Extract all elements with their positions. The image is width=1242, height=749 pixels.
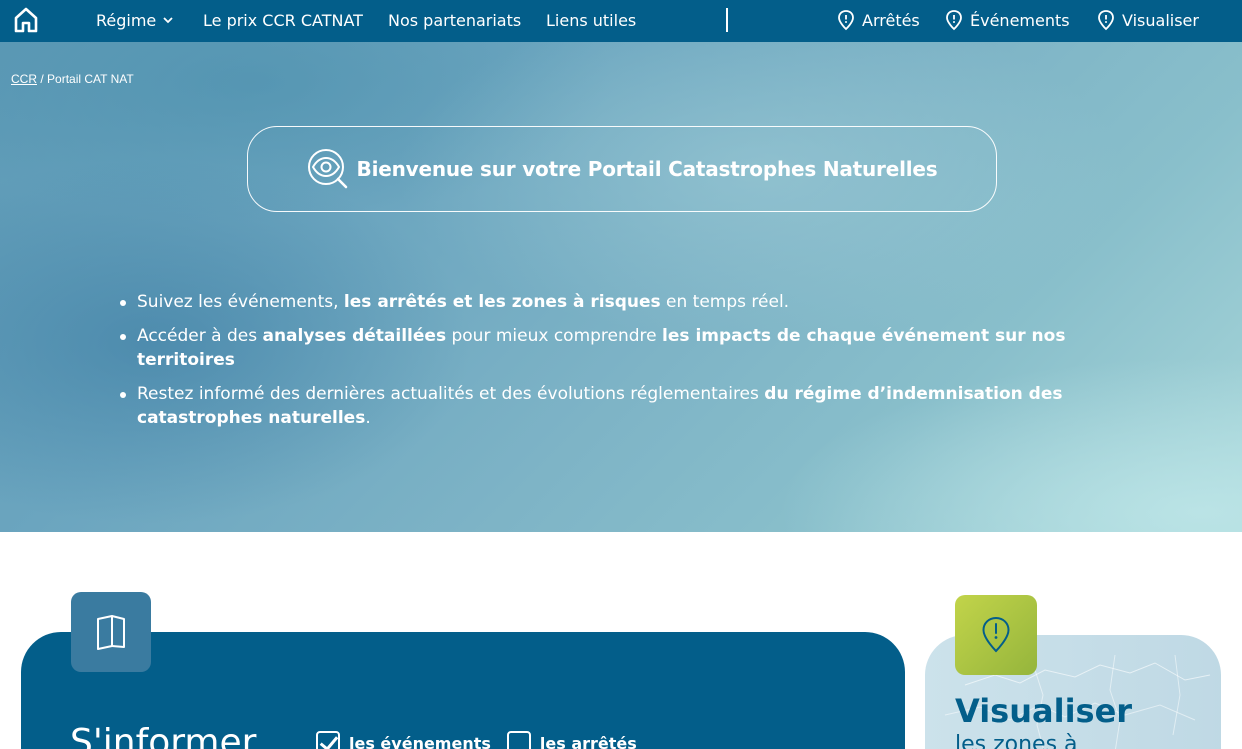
breadcrumb-current: Portail CAT NAT [47,72,134,86]
nav-item-label: Liens utiles [546,10,637,30]
feature-list-item: Accéder à des analyses détaillées pour m… [118,324,1108,372]
home-icon [14,7,38,33]
visualiser-title: Visualiser [955,692,1133,730]
nav-item-label: Régime [96,10,157,30]
map-pin-icon [1098,10,1114,31]
nav-item-liens-utiles[interactable]: Liens utiles [546,0,636,40]
nav-item-prix-ccr-catnat[interactable]: Le prix CCR CATNAT [203,0,363,40]
informer-filters: les événements les arrêtés [316,731,653,749]
nav-item-regime[interactable]: Régime [96,0,174,40]
top-navigation: Régime Le prix CCR CATNAT Nos partenaria… [0,0,1242,42]
book-icon [97,615,125,650]
feature-text: en temps réel. [660,292,790,312]
nav-item-evenements[interactable]: Événements [944,0,1070,40]
alert-map-pin-icon [982,616,1010,653]
checkbox-arretes[interactable] [506,731,531,749]
breadcrumb: CCR / Portail CAT NAT [11,72,134,86]
hero-banner: CCR / Portail CAT NAT Bienvenue sur votr… [0,42,1242,532]
breadcrumb-separator: / [37,72,48,86]
feature-text: pour mieux comprendre [446,326,663,346]
feature-list-item: Suivez les événements, les arrêtés et le… [118,290,1108,314]
checkbox-evenements[interactable] [316,731,340,749]
feature-list-item: Restez informé des dernières actualités … [118,382,1108,430]
nav-item-arretes[interactable]: Arrêtés [836,0,920,40]
nav-item-label: Le prix CCR CATNAT [203,10,363,30]
nav-item-visualiser[interactable]: Visualiser [1096,0,1199,40]
feature-text: Suivez les événements, [137,292,344,312]
chevron-down-icon [163,17,173,24]
feature-highlight-text: les arrêtés et les zones à risques [343,292,661,312]
visualiser-subtitle: les zones à [955,732,1078,749]
alert-pin-tile [955,595,1037,675]
feature-highlight-text: analyses détaillées [262,326,447,346]
filter-label: les arrêtés [539,733,637,749]
nav-item-label: Visualiser [1122,10,1199,30]
feature-text: . [365,408,371,428]
filter-evenements[interactable]: les événements [316,731,491,749]
map-pin-icon [838,10,854,31]
eye-search-icon [307,149,347,189]
nav-item-label: Nos partenariats [388,10,522,30]
page-title: Bienvenue sur votre Portail Catastrophes… [356,157,938,181]
nav-item-label: Arrêtés [862,10,920,30]
home-link[interactable] [14,0,38,40]
feature-text: Accéder à des [137,326,263,346]
breadcrumb-link-ccr[interactable]: CCR [11,72,37,86]
welcome-banner: Bienvenue sur votre Portail Catastrophes… [247,126,997,212]
feature-text: Restez informé des dernières actualités … [137,384,765,404]
feature-list: Suivez les événements, les arrêtés et le… [118,290,1108,440]
informer-title: S'informer [70,722,257,749]
book-tile [71,592,151,672]
filter-arretes[interactable]: les arrêtés [506,731,637,749]
nav-divider [726,8,728,32]
nav-item-label: Événements [970,10,1070,30]
map-pin-icon [946,10,962,31]
nav-item-partenariats[interactable]: Nos partenariats [388,0,521,40]
filter-label: les événements [349,733,491,749]
